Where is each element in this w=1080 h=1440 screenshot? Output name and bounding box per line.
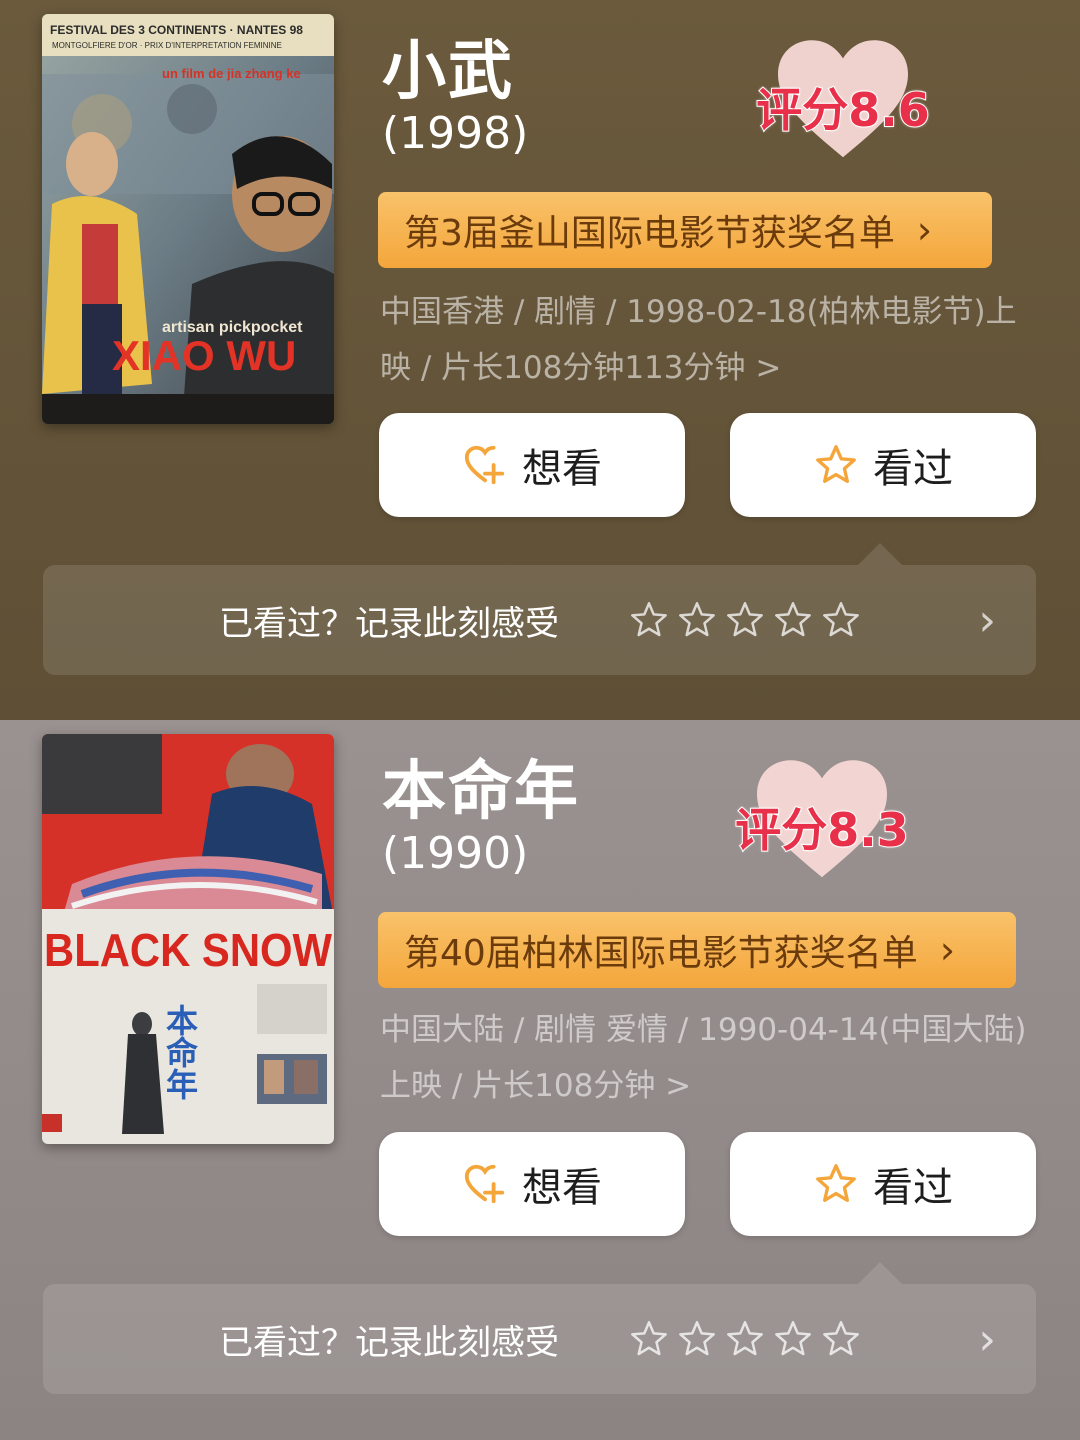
poster-credit: un film de jia zhang ke	[162, 66, 301, 81]
want-label: 想看	[522, 1165, 602, 1211]
meta-line-2: 映 / 片长108分钟113分钟 >	[380, 350, 782, 386]
seen-label: 看过	[873, 446, 953, 492]
movie-poster[interactable]: BLACK SNOW 本命年	[42, 734, 334, 1144]
award-label: 第40届柏林国际电影节获奖名单	[404, 933, 918, 974]
poster-festival-line2: MONTGOLFIERE D'OR · PRIX D'INTERPRETATIO…	[52, 41, 282, 50]
poster-cn-title: 本命年	[161, 1004, 199, 1100]
meta-line-2: 上映 / 片长108分钟 >	[380, 1068, 692, 1104]
watched-button[interactable]: 看过	[730, 1132, 1036, 1236]
heart-plus-icon	[464, 1164, 505, 1204]
movie-title: 本命年	[382, 755, 580, 829]
chevron-right-icon: ›	[939, 928, 956, 972]
meta-line-1: 中国大陆 / 剧情 爱情 / 1990-04-14(中国大陆)	[380, 1012, 1027, 1048]
rating-score: 评分8.3	[734, 802, 910, 858]
rating-badge: 评分8.6	[738, 40, 948, 170]
star-outline-icon	[816, 1164, 856, 1202]
record-label: 已看过？记录此刻感受	[219, 1322, 559, 1363]
star-icon[interactable]	[773, 600, 813, 640]
star-icon[interactable]	[725, 1319, 765, 1359]
rating-badge: 评分8.3	[717, 760, 927, 890]
want-label: 想看	[522, 446, 602, 492]
heart-plus-icon	[464, 445, 505, 485]
award-list-link[interactable]: 第3届釜山国际电影节获奖名单 ›	[378, 192, 992, 268]
movie-poster[interactable]: FESTIVAL DES 3 CONTINENTS · NANTES 98 MO…	[42, 14, 334, 424]
watched-button[interactable]: 看过	[730, 413, 1036, 517]
movie-year: (1990)	[382, 828, 529, 879]
meta-line-1: 中国香港 / 剧情 / 1998-02-18(柏林电影节)上	[380, 294, 1017, 330]
poster-big-title: XIAO WU	[112, 332, 296, 379]
star-icon[interactable]	[629, 1319, 669, 1359]
movie-meta[interactable]: 中国香港 / 剧情 / 1998-02-18(柏林电影节)上 映 / 片长108…	[380, 284, 1030, 396]
star-icon[interactable]	[773, 1319, 813, 1359]
chevron-right-icon: ›	[916, 208, 933, 252]
star-outline-icon	[816, 445, 856, 483]
rating-score: 评分8.6	[755, 82, 931, 138]
want-to-watch-button[interactable]: 想看	[379, 413, 685, 517]
want-to-watch-button[interactable]: 想看	[379, 1132, 685, 1236]
movie-title: 小武	[382, 35, 514, 109]
poster-festival-line1: FESTIVAL DES 3 CONTINENTS · NANTES 98	[50, 23, 303, 37]
chevron-right-icon[interactable]: ›	[978, 595, 996, 646]
movie-card-benmingnian: BLACK SNOW 本命年 本命年 (1990) 评分8.3 第40届柏林国际…	[0, 720, 1080, 1440]
star-icon[interactable]	[677, 1319, 717, 1359]
movie-year: (1998)	[382, 108, 529, 159]
star-rating-input[interactable]	[629, 600, 861, 640]
star-rating-input[interactable]	[629, 1319, 861, 1359]
record-notch	[858, 1262, 902, 1284]
star-icon[interactable]	[821, 600, 861, 640]
star-icon[interactable]	[629, 600, 669, 640]
award-list-link[interactable]: 第40届柏林国际电影节获奖名单 ›	[378, 912, 1016, 988]
chevron-right-icon[interactable]: ›	[978, 1314, 996, 1365]
star-icon[interactable]	[725, 600, 765, 640]
seen-label: 看过	[873, 1165, 953, 1211]
movie-card-xiaowu: FESTIVAL DES 3 CONTINENTS · NANTES 98 MO…	[0, 0, 1080, 720]
record-label: 已看过？记录此刻感受	[219, 603, 559, 644]
record-feeling-bar[interactable]: 已看过？记录此刻感受 ›	[43, 1284, 1036, 1394]
movie-meta[interactable]: 中国大陆 / 剧情 爱情 / 1990-04-14(中国大陆) 上映 / 片长1…	[380, 1002, 1030, 1114]
star-icon[interactable]	[821, 1319, 861, 1359]
record-feeling-bar[interactable]: 已看过？记录此刻感受 ›	[43, 565, 1036, 675]
award-label: 第3届釜山国际电影节获奖名单	[404, 213, 895, 254]
record-notch	[858, 543, 902, 565]
star-icon[interactable]	[677, 600, 717, 640]
poster-big-title: BLACK SNOW	[44, 924, 333, 976]
